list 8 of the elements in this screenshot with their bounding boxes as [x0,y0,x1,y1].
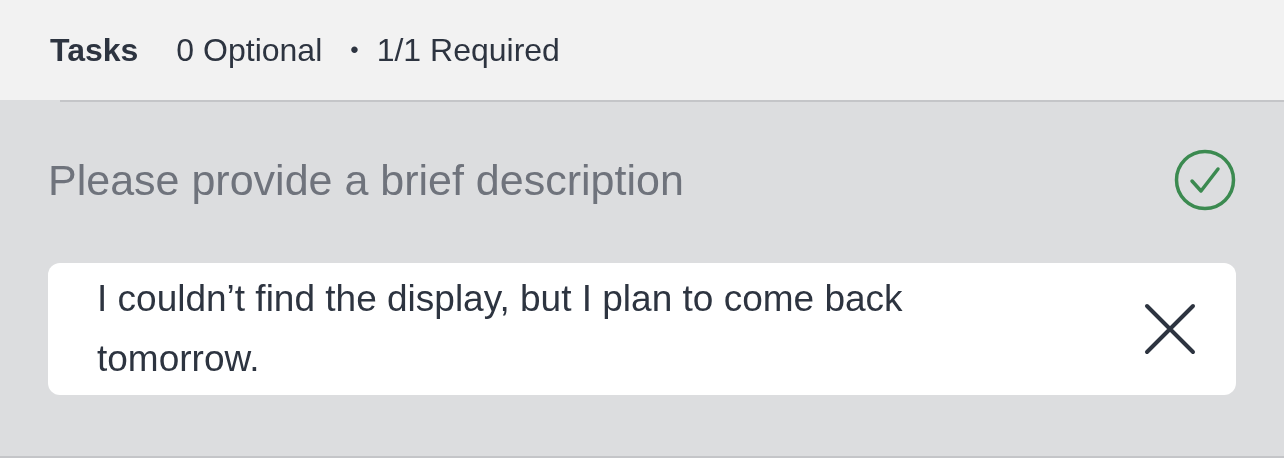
separator-dot: • [350,35,359,65]
header-title: Tasks [50,31,139,70]
clear-button[interactable] [1144,302,1196,355]
required-count: 1/1 Required [376,31,560,70]
optional-count: 0 Optional [176,31,323,70]
answer-field[interactable]: I couldn’t find the display, but I plan to come back tomorrow. [48,262,1236,395]
close-icon [1144,302,1196,355]
task-prompt: Please provide a brief description [48,155,684,206]
